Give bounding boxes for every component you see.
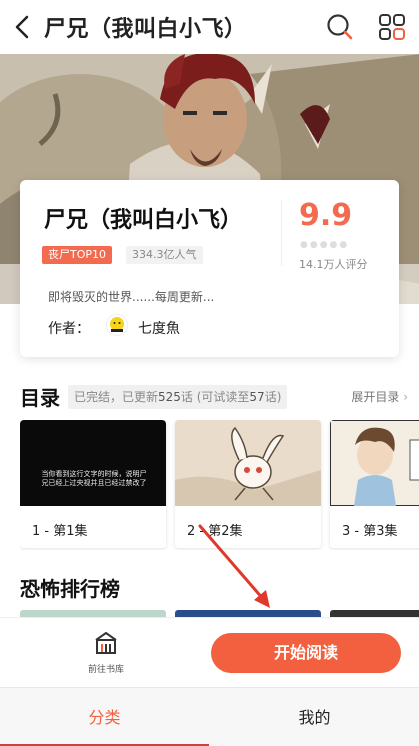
chapter-card-2[interactable]: 2 - 第2集: [175, 420, 321, 548]
bookshelf-icon: [95, 632, 117, 654]
library-label: 前往书库: [87, 665, 124, 675]
catalog-status: 已完结，已更新525话 (可试读至57话): [68, 385, 288, 409]
action-bar: 前往书库 开始阅读: [0, 617, 419, 687]
catalog-title: 目录: [20, 386, 60, 410]
chapter-thumb-text: 当你看到这行文字的时候，说明尸兄已经上过央视并且已经过禁改了: [41, 470, 147, 487]
rating-stars: ●●●●●: [300, 240, 350, 250]
chevron-right-icon: ›: [403, 390, 408, 404]
author-avatar[interactable]: [106, 314, 128, 336]
tab-category[interactable]: 分类: [0, 688, 209, 746]
comic-info-card: 尸兄（我叫白小飞） 丧尸TOP10 334.3亿人气 9.9 ●●●●● 14.…: [20, 180, 399, 357]
score-divider: [281, 200, 282, 266]
chapter-label: 1 - 第1集: [32, 524, 88, 539]
author-name[interactable]: 七度魚: [138, 318, 180, 338]
chapter-list: 当你看到这行文字的时候，说明尸兄已经上过央视并且已经过禁改了 1 - 第1集 2…: [20, 420, 419, 550]
chapter-label: 3 - 第3集: [342, 524, 398, 539]
search-button[interactable]: [323, 10, 357, 44]
grid-menu-icon: [379, 14, 405, 40]
rating-count: 14.1万人评分: [299, 258, 368, 271]
rating-score: 9.9: [299, 198, 353, 233]
chapter-thumbnail: [175, 420, 321, 506]
popularity-tag: 334.3亿人气: [126, 246, 203, 264]
expand-catalog-button[interactable]: 展开目录 ›: [351, 388, 408, 405]
comic-title: 尸兄（我叫白小飞）: [44, 208, 243, 233]
chapter-card-3[interactable]: 3 - 第3集: [330, 420, 419, 548]
author-label: 作者：: [48, 321, 90, 337]
search-icon: [327, 14, 353, 40]
catalog-header: 目录 已完结，已更新525话 (可试读至57话) 展开目录 ›: [20, 382, 410, 412]
author-avatar-icon: [110, 317, 124, 332]
chapter-label: 2 - 第2集: [187, 524, 243, 539]
page-title: 尸兄（我叫白小飞）: [44, 17, 247, 42]
menu-button[interactable]: [375, 10, 409, 44]
tab-mine[interactable]: 我的: [210, 688, 419, 746]
chapter-thumbnail: [20, 420, 166, 506]
start-reading-button[interactable]: 开始阅读: [211, 633, 401, 673]
bottom-tab-bar: 分类 我的: [0, 687, 419, 746]
top-bar: 尸兄（我叫白小飞）: [0, 0, 419, 54]
rank-tag[interactable]: 丧尸TOP10: [42, 246, 113, 264]
chapter-thumbnail: [330, 420, 419, 506]
go-to-library-button[interactable]: 前往书库: [78, 630, 134, 680]
comic-description[interactable]: 即将毁灭的世界......每周更新...: [48, 288, 214, 305]
chapter-card-1[interactable]: 当你看到这行文字的时候，说明尸兄已经上过央视并且已经过禁改了 1 - 第1集: [20, 420, 166, 548]
back-arrow-icon: [15, 15, 29, 39]
ranking-title: 恐怖排行榜: [20, 577, 120, 601]
back-button[interactable]: [0, 0, 44, 54]
